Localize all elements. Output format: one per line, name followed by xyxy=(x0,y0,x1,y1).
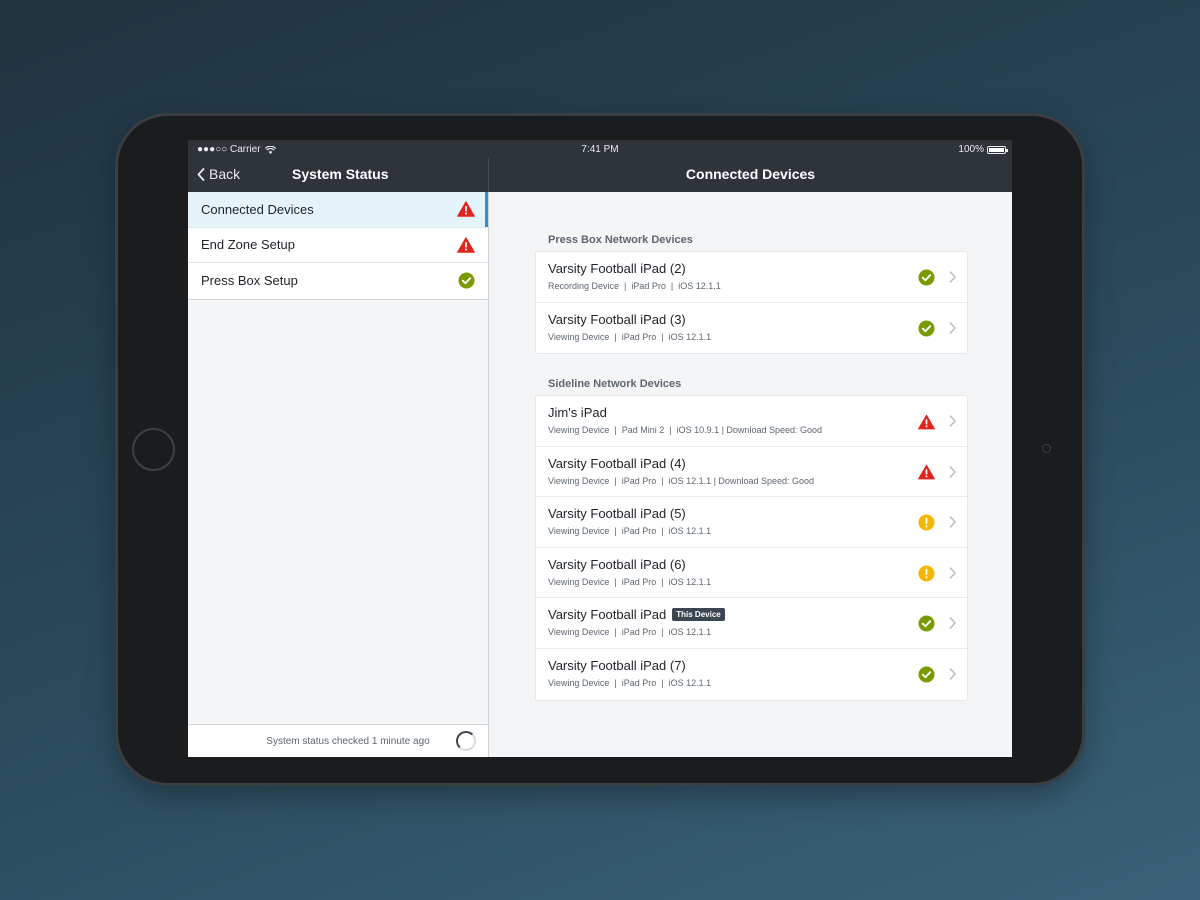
chevron-right-icon xyxy=(949,515,957,529)
devices-pane: Press Box Network Devices Varsity Footbal… xyxy=(490,192,1012,757)
exclamation-circle-icon xyxy=(918,565,935,582)
ipad-frame: ●●●○○ Carrier 7:41 PM 100% Back System S… xyxy=(118,116,1082,783)
device-details: Recording Device | iPad Pro | iOS 12.1.1 xyxy=(548,281,721,291)
device-row[interactable]: Varsity Football iPad (6) Viewing Device … xyxy=(536,548,967,599)
device-details: Viewing Device | iPad Pro | iOS 12.1.1 xyxy=(548,627,712,638)
device-row[interactable]: Varsity Football iPad This Device Viewing … xyxy=(536,598,967,649)
device-title: Varsity Football iPad This Device xyxy=(548,607,725,622)
left-nav-bar: Back System Status xyxy=(188,158,489,192)
device-details: Viewing Device | iPad Pro | iOS 12.1.1 xyxy=(548,576,712,587)
check-circle-icon xyxy=(918,666,935,683)
device-name: Varsity Football iPad (6) xyxy=(548,556,686,572)
check-circle-icon xyxy=(918,269,935,286)
device-name: Varsity Football iPad (5) xyxy=(548,506,686,522)
section-title: Press Box Network Devices xyxy=(548,234,693,246)
device-title: Jim's iPad xyxy=(548,405,607,420)
screen: ●●●○○ Carrier 7:41 PM 100% Back System S… xyxy=(188,140,1012,757)
check-circle-icon xyxy=(458,272,475,289)
sidebar-item-press-box-setup[interactable]: Press Box Setup xyxy=(188,263,488,299)
chevron-left-icon xyxy=(197,167,205,181)
device-details: Viewing Device | iPad Pro | iOS 12.1.1 |… xyxy=(548,475,814,486)
device-row[interactable]: Varsity Football iPad (7) Viewing Device … xyxy=(536,649,967,700)
device-details: Viewing Device | iPad Pro | iOS 12.1.1 xyxy=(548,331,712,342)
warning-triangle-icon xyxy=(918,413,935,430)
check-circle-icon xyxy=(918,615,935,632)
sidebar-item-end-zone-setup[interactable]: End Zone Setup xyxy=(188,228,488,263)
chevron-right-icon xyxy=(949,667,957,681)
device-details: Viewing Device | Pad Mini 2 | iOS 10.9.1… xyxy=(548,425,822,435)
chevron-right-icon xyxy=(949,414,957,428)
device-title: Varsity Football iPad (5) xyxy=(548,506,686,521)
home-button[interactable] xyxy=(132,428,175,471)
back-label: Back xyxy=(209,166,241,182)
check-circle-icon xyxy=(918,320,935,337)
status-check-text: System status checked 1 minute ago xyxy=(266,736,430,747)
battery-percent: 100% xyxy=(958,144,984,155)
status-bar: ●●●○○ Carrier 7:41 PM 100% xyxy=(188,140,1012,158)
device-row[interactable]: Jim's iPad Viewing Device | Pad Mini 2 | … xyxy=(536,396,967,447)
device-row[interactable]: Varsity Football iPad (2) Recording Devic… xyxy=(536,252,967,303)
device-details: Viewing Device | iPad Pro | iOS 12.1.1 xyxy=(548,526,712,537)
camera-dot xyxy=(1042,444,1051,453)
warning-triangle-icon xyxy=(457,201,475,218)
device-title: Varsity Football iPad (2) xyxy=(548,261,686,276)
device-title: Varsity Football iPad (7) xyxy=(548,658,686,673)
warning-triangle-icon xyxy=(918,464,935,481)
device-title: Varsity Football iPad (6) xyxy=(548,557,686,572)
chevron-right-icon xyxy=(949,566,957,580)
device-name: Varsity Football iPad (3) xyxy=(548,311,686,327)
device-name: Varsity Football iPad xyxy=(548,607,667,623)
sidebar-menu: Connected Devices End Zone Setup Press Box… xyxy=(188,192,488,300)
sidebar-item-label: Connected Devices xyxy=(201,201,314,217)
sidebar-item-connected-devices[interactable]: Connected Devices xyxy=(188,192,488,228)
device-row[interactable]: Varsity Football iPad (3) Viewing Device … xyxy=(536,303,967,354)
page-title-right: Connected Devices xyxy=(685,166,816,182)
device-list: Varsity Football iPad (2) Recording Devic… xyxy=(535,251,968,355)
sidebar-item-label: Press Box Setup xyxy=(201,273,298,289)
device-name: Varsity Football iPad (2) xyxy=(548,261,686,276)
device-name: Varsity Football iPad (7) xyxy=(548,657,686,673)
device-row[interactable]: Varsity Football iPad (5) Viewing Device … xyxy=(536,497,967,548)
section-title: Sideline Network Devices xyxy=(548,378,682,390)
chevron-right-icon xyxy=(949,321,957,335)
warning-triangle-icon xyxy=(457,237,475,253)
device-list: Jim's iPad Viewing Device | Pad Mini 2 | … xyxy=(535,395,968,701)
device-row[interactable]: Varsity Football iPad (4) Viewing Device … xyxy=(536,447,967,498)
device-title: Varsity Football iPad (3) xyxy=(548,312,686,327)
battery-icon xyxy=(987,145,1008,154)
back-button[interactable]: Back xyxy=(197,166,240,182)
sidebar: Connected Devices End Zone Setup Press Box… xyxy=(188,192,489,757)
device-name: Jim's iPad xyxy=(548,405,607,420)
chevron-right-icon xyxy=(949,465,957,479)
refresh-spinner-icon[interactable] xyxy=(456,731,476,751)
clock: 7:41 PM xyxy=(581,144,619,155)
this-device-badge: This Device xyxy=(672,608,725,622)
chevron-right-icon xyxy=(949,270,957,284)
device-name: Varsity Football iPad (4) xyxy=(548,455,686,471)
exclamation-circle-icon xyxy=(918,514,935,531)
page-title-left: System Status xyxy=(292,166,389,182)
chevron-right-icon xyxy=(949,616,957,630)
sidebar-item-label: End Zone Setup xyxy=(201,237,295,253)
device-title: Varsity Football iPad (4) xyxy=(548,456,686,471)
device-details: Viewing Device | iPad Pro | iOS 12.1.1 xyxy=(548,677,712,688)
top-bar: ●●●○○ Carrier 7:41 PM 100% Back System S… xyxy=(188,140,1012,192)
battery-indicator: 100% xyxy=(958,144,1008,155)
sidebar-footer: System status checked 1 minute ago xyxy=(188,724,488,757)
